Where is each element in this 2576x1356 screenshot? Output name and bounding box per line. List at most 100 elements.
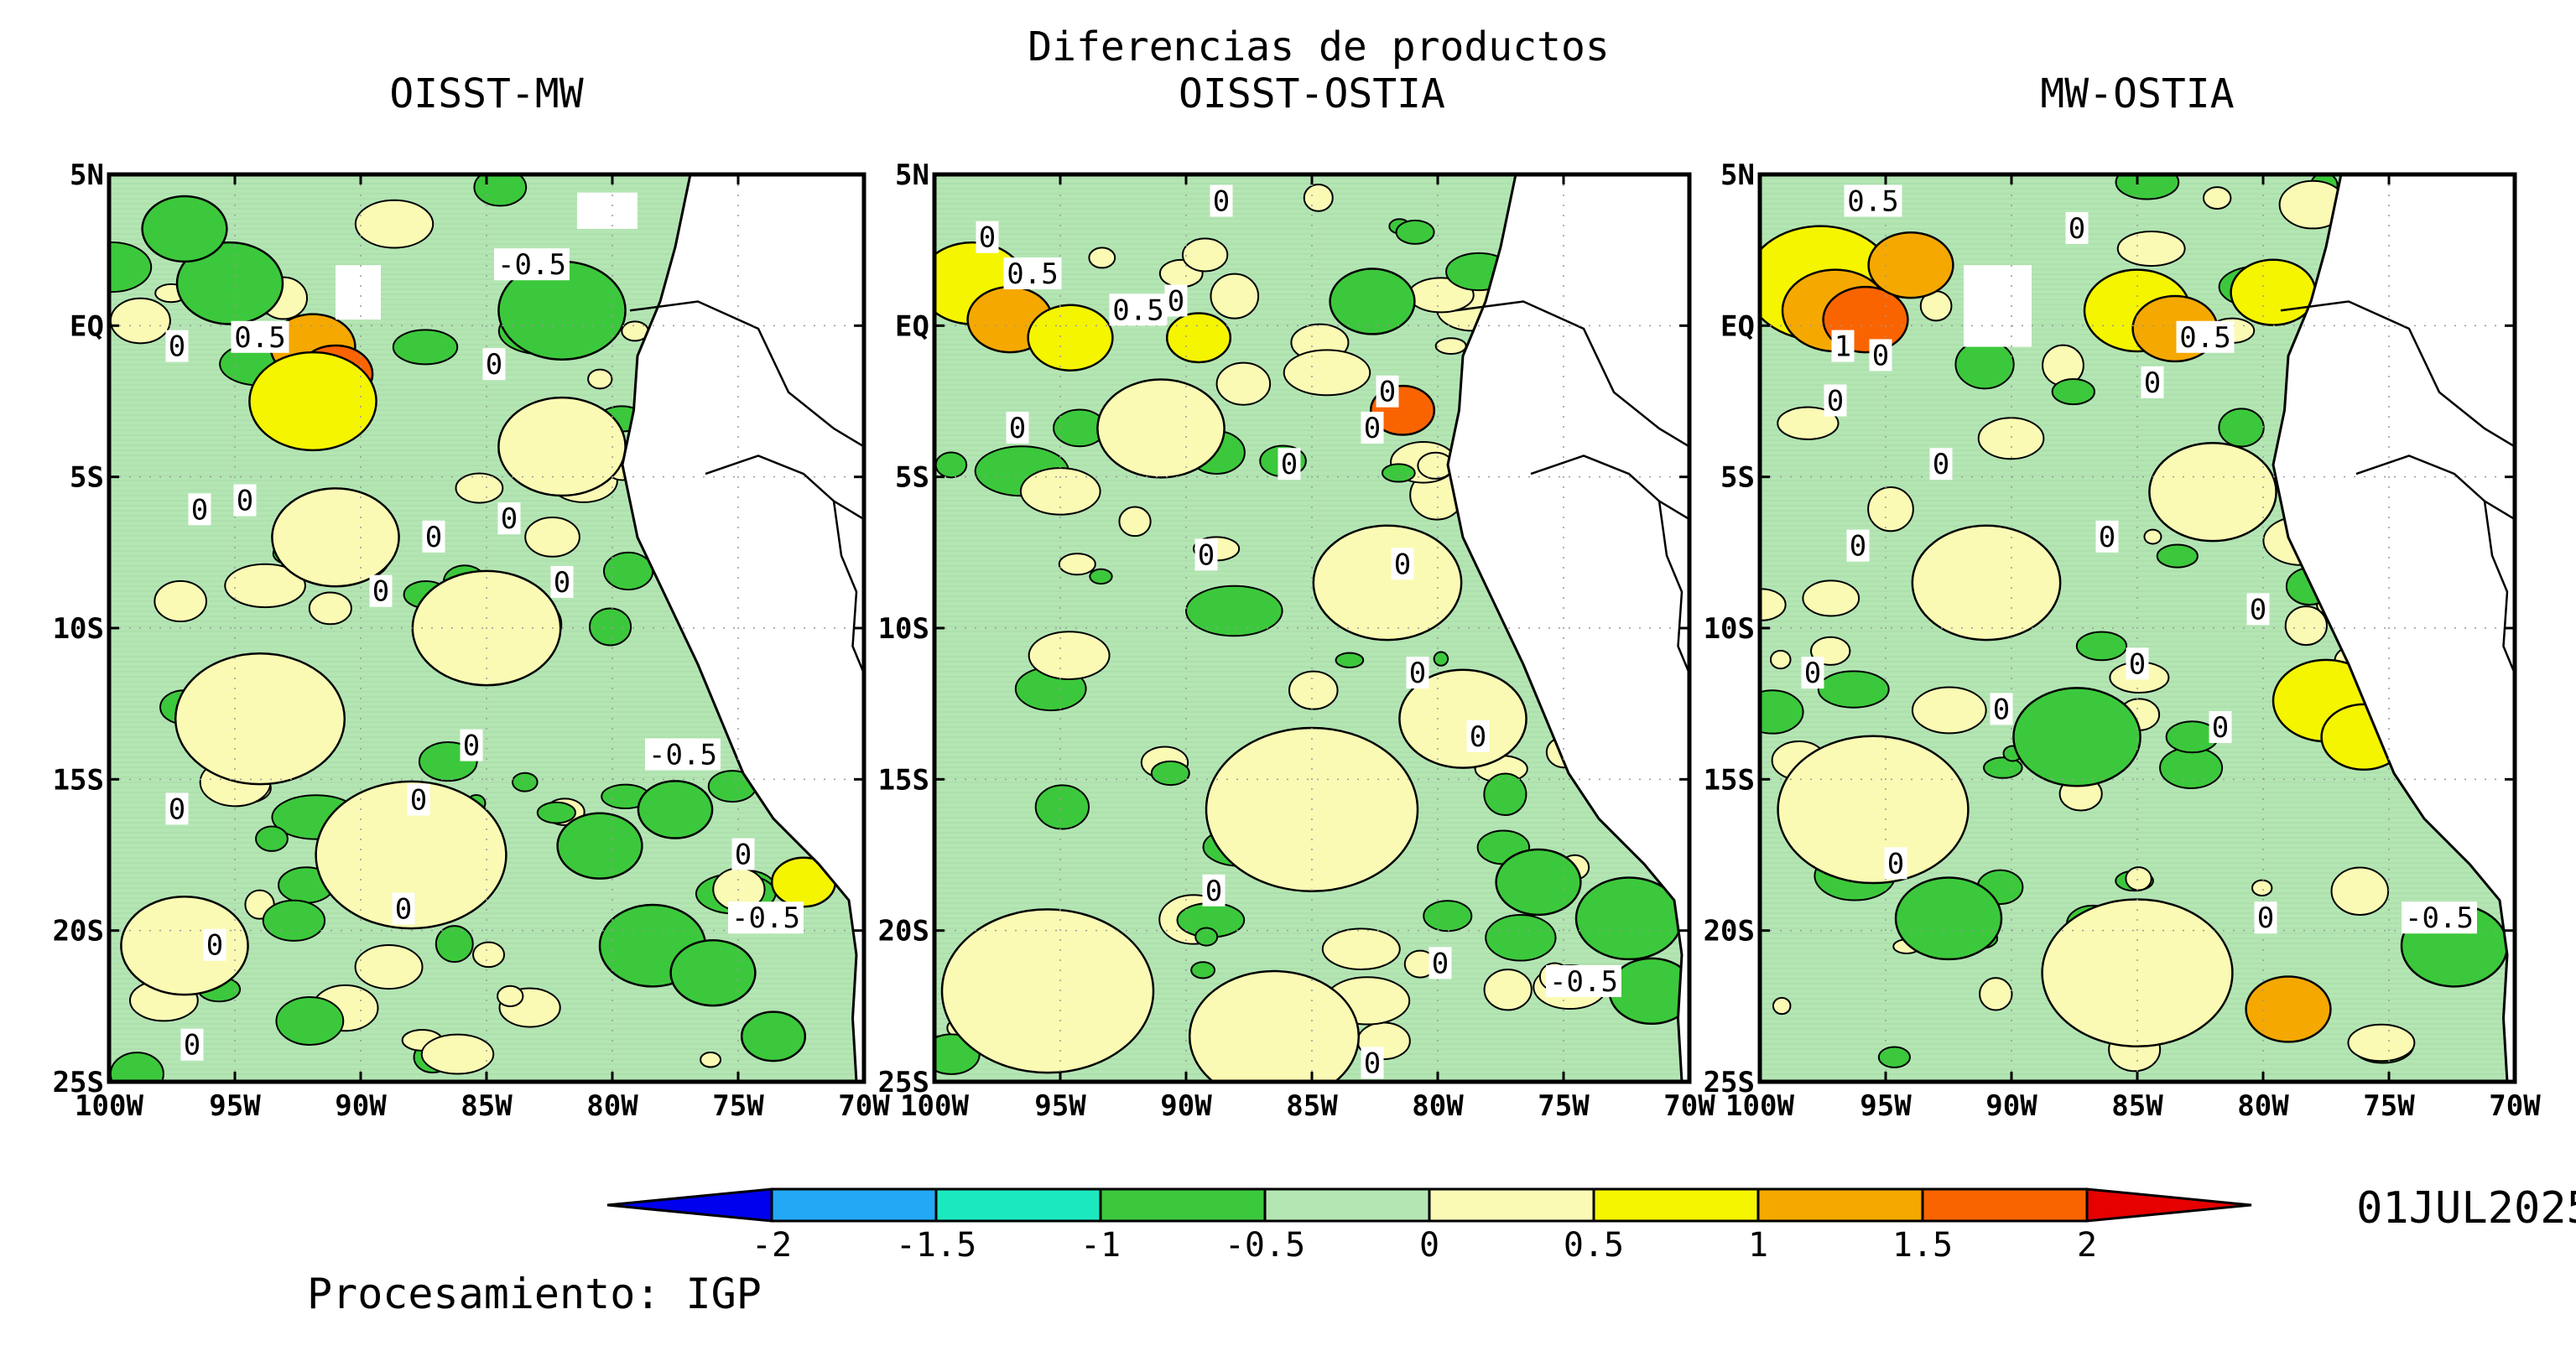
contour-label: 0 <box>2250 593 2266 626</box>
lon-tick-label: 85W <box>1286 1089 1338 1123</box>
contour-label: 0 <box>1804 657 1821 690</box>
contour-region <box>1485 913 1557 962</box>
contour-region <box>536 801 576 824</box>
date-label: 01JUL2025 <box>2356 1183 2576 1234</box>
contour-region <box>1096 378 1226 479</box>
contour-label: 0 <box>425 521 442 554</box>
contour-region <box>2218 408 2265 448</box>
figure-title: Diferencias de productos <box>1028 23 1610 70</box>
contour-region <box>603 551 654 591</box>
contour-label: 0 <box>2129 647 2146 681</box>
contour-label: 0 <box>735 839 752 872</box>
contour-region <box>435 925 474 964</box>
contour-label: 0 <box>2212 711 2229 745</box>
panel-title-3: MW-OSTIA <box>2040 70 2234 117</box>
contour-region <box>1817 670 1890 709</box>
colorbar: -2 -1.5 -1 -0.5 0 0.5 1 1.5 2 <box>606 1187 2252 1265</box>
colorbar-segment <box>1921 1187 2089 1223</box>
contour-label: 0 <box>2144 366 2161 400</box>
contour-label: 0 <box>1205 875 1222 908</box>
contour-region <box>109 241 153 294</box>
contour-region <box>1329 268 1416 335</box>
missing-data <box>1964 265 2032 347</box>
colorbar-label: -1 <box>1080 1226 1121 1265</box>
contour-label: 0.5 <box>1112 294 1163 327</box>
contour-label: 0 <box>1364 412 1381 445</box>
lon-tick-label: 90W <box>335 1089 387 1123</box>
colorbar-label: -1.5 <box>896 1226 976 1265</box>
sst-difference-figure: Diferencias de productos OISST-MW OISST-… <box>53 23 2576 1318</box>
contour-region <box>1381 463 1416 483</box>
lat-tick-label: 10S <box>1704 612 1755 646</box>
contour-region <box>1190 961 1216 979</box>
contour-region <box>497 396 627 497</box>
contour-region <box>2347 1023 2416 1062</box>
map-panel-oisst-ostia: 000.50.5 000 000 00000-0.505NEQ5S10S15S20S2… <box>878 158 1716 1123</box>
contour-label: 0 <box>1432 947 1449 980</box>
contour-label: 0 <box>1364 1047 1381 1080</box>
contour-label: 0 <box>2099 521 2115 554</box>
colorbar-segment <box>934 1187 1102 1223</box>
contour-label: 0.5 <box>2179 321 2230 355</box>
lon-tick-label: 100W <box>900 1089 969 1123</box>
lat-tick-label: 15S <box>53 763 104 797</box>
contour-region <box>934 451 968 479</box>
processing-credit: Procesamiento: IGP <box>307 1270 762 1318</box>
contour-label: 0 <box>1394 548 1411 581</box>
contour-region <box>2143 528 2162 545</box>
contour-region <box>2115 174 2180 200</box>
contour-region <box>354 944 424 990</box>
colorbar-label: 0 <box>1419 1226 1439 1265</box>
lon-tick-label: 90W <box>1985 1089 2037 1123</box>
panel-title-2: OISST-OSTIA <box>1179 70 1445 117</box>
contour-region <box>940 908 1155 1074</box>
contour-label: -0.5 <box>1549 965 1618 999</box>
colorbar-arrow-low <box>606 1187 773 1223</box>
contour-label: 1 <box>1834 330 1851 364</box>
colorbar-label: -0.5 <box>1225 1226 1305 1265</box>
contour-region <box>2148 442 2277 543</box>
contour-label: 0 <box>554 566 570 600</box>
contour-region <box>1423 900 1473 933</box>
map-panel-oisst-mw: 0 0.5-0.500 0000 00 -0.50 00 -0.50005NEQ5S10S1… <box>53 158 891 1123</box>
contour-region <box>141 195 228 263</box>
contour-region <box>109 297 171 345</box>
lon-tick-label: 80W <box>586 1089 638 1123</box>
lon-tick-label: 95W <box>209 1089 261 1123</box>
contour-region <box>1303 183 1334 212</box>
contour-region <box>154 579 207 623</box>
lat-tick-label: EQ <box>70 309 104 343</box>
contour-region <box>1321 927 1401 971</box>
contour-region <box>669 938 757 1007</box>
contour-region <box>1433 651 1449 667</box>
lon-tick-label: 100W <box>75 1089 143 1123</box>
contour-label: 0 <box>1198 538 1215 572</box>
contour-region <box>1760 689 1804 735</box>
contour-region <box>420 1033 495 1075</box>
contour-region <box>174 652 346 786</box>
contour-region <box>2230 258 2317 326</box>
contour-label: 0 <box>191 493 208 527</box>
lat-tick-label: 20S <box>53 915 104 948</box>
contour-label: 0 <box>1470 720 1486 754</box>
contour-label: 0.5 <box>234 321 285 355</box>
contour-region <box>1058 553 1096 576</box>
contour-label: 0 <box>184 1029 200 1062</box>
contour-label: 0 <box>237 485 253 518</box>
contour-region <box>1335 652 1365 668</box>
contour-region <box>1802 579 1860 617</box>
contour-label: 0 <box>2069 212 2085 246</box>
lat-tick-label: 5S <box>895 461 929 495</box>
contour-region <box>1954 339 2015 390</box>
contour-region <box>2159 746 2224 789</box>
contour-region <box>2156 543 2199 569</box>
contour-region <box>556 812 643 880</box>
contour-region <box>1911 524 2062 642</box>
contour-region <box>1028 631 1111 680</box>
contour-region <box>1118 506 1152 538</box>
colorbar-label: 1 <box>1748 1226 1768 1265</box>
contour-label: 0 <box>1379 376 1396 409</box>
contour-region <box>2075 631 2128 662</box>
contour-region <box>1867 231 1954 299</box>
lon-tick-label: 80W <box>1412 1089 1464 1123</box>
